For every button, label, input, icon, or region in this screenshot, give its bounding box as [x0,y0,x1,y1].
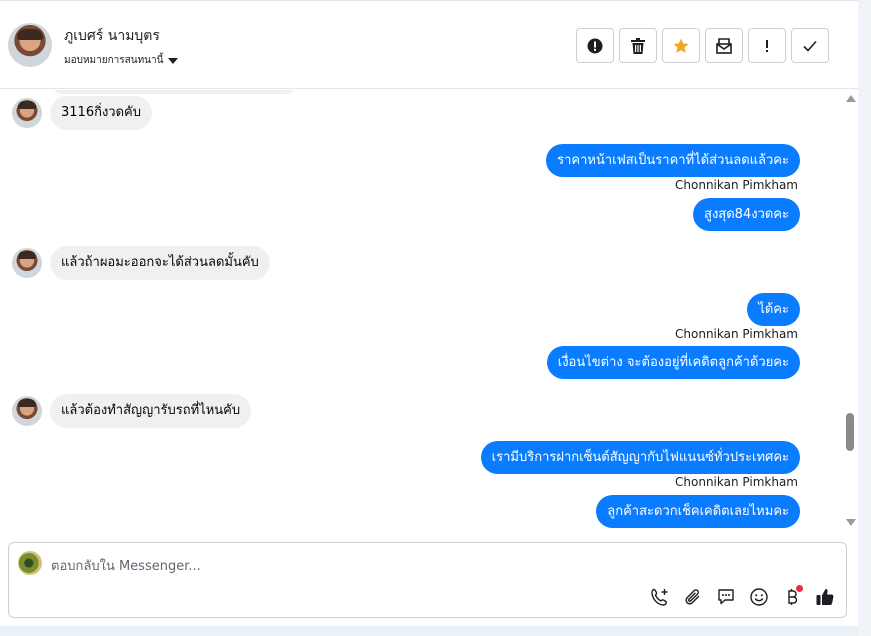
saved-reply-button[interactable] [714,585,738,609]
message-bubble-outgoing[interactable]: สูงสุด84งวดคะ [693,198,800,231]
message-row-incoming: แล้วถ้าผอมะออกจะได้ส่วนลดมั้นคับ [12,246,270,280]
message-bubble-outgoing[interactable]: ลูกค้าสะดวกเช็คเคดิตเลยไหมคะ [596,495,800,528]
thread-scrollbar[interactable] [842,90,858,530]
call-add-icon [651,588,668,606]
contact-avatar[interactable] [8,23,52,67]
contact-name[interactable]: ภูเบศร์ นามบุตร [64,25,160,47]
message-bubble-incoming[interactable]: 3116กิ่งวดคับ [50,96,152,130]
important-icon [766,39,768,52]
reply-input[interactable] [51,555,811,577]
archive-icon [716,37,732,54]
contact-avatar-small [12,396,42,426]
emoji-button[interactable] [747,585,771,609]
like-button[interactable] [813,585,837,609]
assign-conversation-dropdown[interactable]: มอบหมายการสนทนานี้ [64,53,179,68]
sender-name: Chonnikan Pimkham [675,178,798,192]
composer-toolbar [648,585,837,609]
message-bubble-incoming[interactable]: แล้วถ้าผอมะออกจะได้ส่วนลดมั้นคับ [50,246,270,280]
notification-dot [796,585,803,592]
reply-composer [8,542,847,618]
star-icon [673,38,689,53]
scroll-down-icon[interactable] [846,519,856,526]
page-avatar [18,551,42,575]
message-bubble-outgoing[interactable]: ได้คะ [747,293,800,326]
spam-icon [587,38,603,53]
message-bubble-outgoing[interactable]: เงื่อนไขต่าง จะต้องอยู่ที่เคดิตลูกค้าด้ว… [546,346,800,379]
mark-important-button[interactable] [748,28,786,63]
conversation-header: ภูเบศร์ นามบุตร มอบหมายการสนทนานี้ [0,1,858,89]
saved-reply-icon [718,589,734,605]
like-icon [816,589,834,605]
message-thread: 3116กิ่งวดคับ ราคาหน้าเฟสเป็นราคาที่ได้ส… [0,90,842,530]
contact-avatar-small [12,98,42,128]
caret-down-icon [168,57,179,64]
right-edge [858,0,871,636]
sender-name: Chonnikan Pimkham [675,475,798,489]
emoji-icon [750,588,768,606]
delete-button[interactable] [619,28,657,63]
action-toolbar [576,28,829,63]
attach-icon [685,589,700,605]
scrollbar-thumb[interactable] [846,413,854,451]
conversation-panel: ภูเบศร์ นามบุตร มอบหมายการสนทนานี้ 3116ก… [0,0,858,626]
archive-button[interactable] [705,28,743,63]
message-bubble-outgoing[interactable]: เรามีบริการฝากเซ็นต์สัญญากับไฟแนนซ์ทั่วป… [480,441,800,474]
mark-spam-button[interactable] [576,28,614,63]
contact-avatar-small [12,248,42,278]
attach-button[interactable] [681,585,705,609]
done-icon [803,40,817,52]
trash-icon [631,37,645,54]
star-button[interactable] [662,28,700,63]
message-bubble-outgoing[interactable]: ราคาหน้าเฟสเป็นราคาที่ได้ส่วนลดแล้วคะ [546,144,800,177]
message-bubble-partial [50,90,298,94]
scroll-up-icon[interactable] [846,95,856,102]
message-row-incoming: แล้วต้องทำสัญญารับรถที่ไหนคับ [12,394,252,428]
message-row-incoming: 3116กิ่งวดคับ [12,96,152,130]
mark-done-button[interactable] [791,28,829,63]
assign-label: มอบหมายการสนทนานี้ [64,55,164,66]
sender-name: Chonnikan Pimkham [675,327,798,341]
call-add-button[interactable] [648,585,672,609]
payment-button[interactable] [780,585,804,609]
message-bubble-incoming[interactable]: แล้วต้องทำสัญญารับรถที่ไหนคับ [50,394,252,428]
